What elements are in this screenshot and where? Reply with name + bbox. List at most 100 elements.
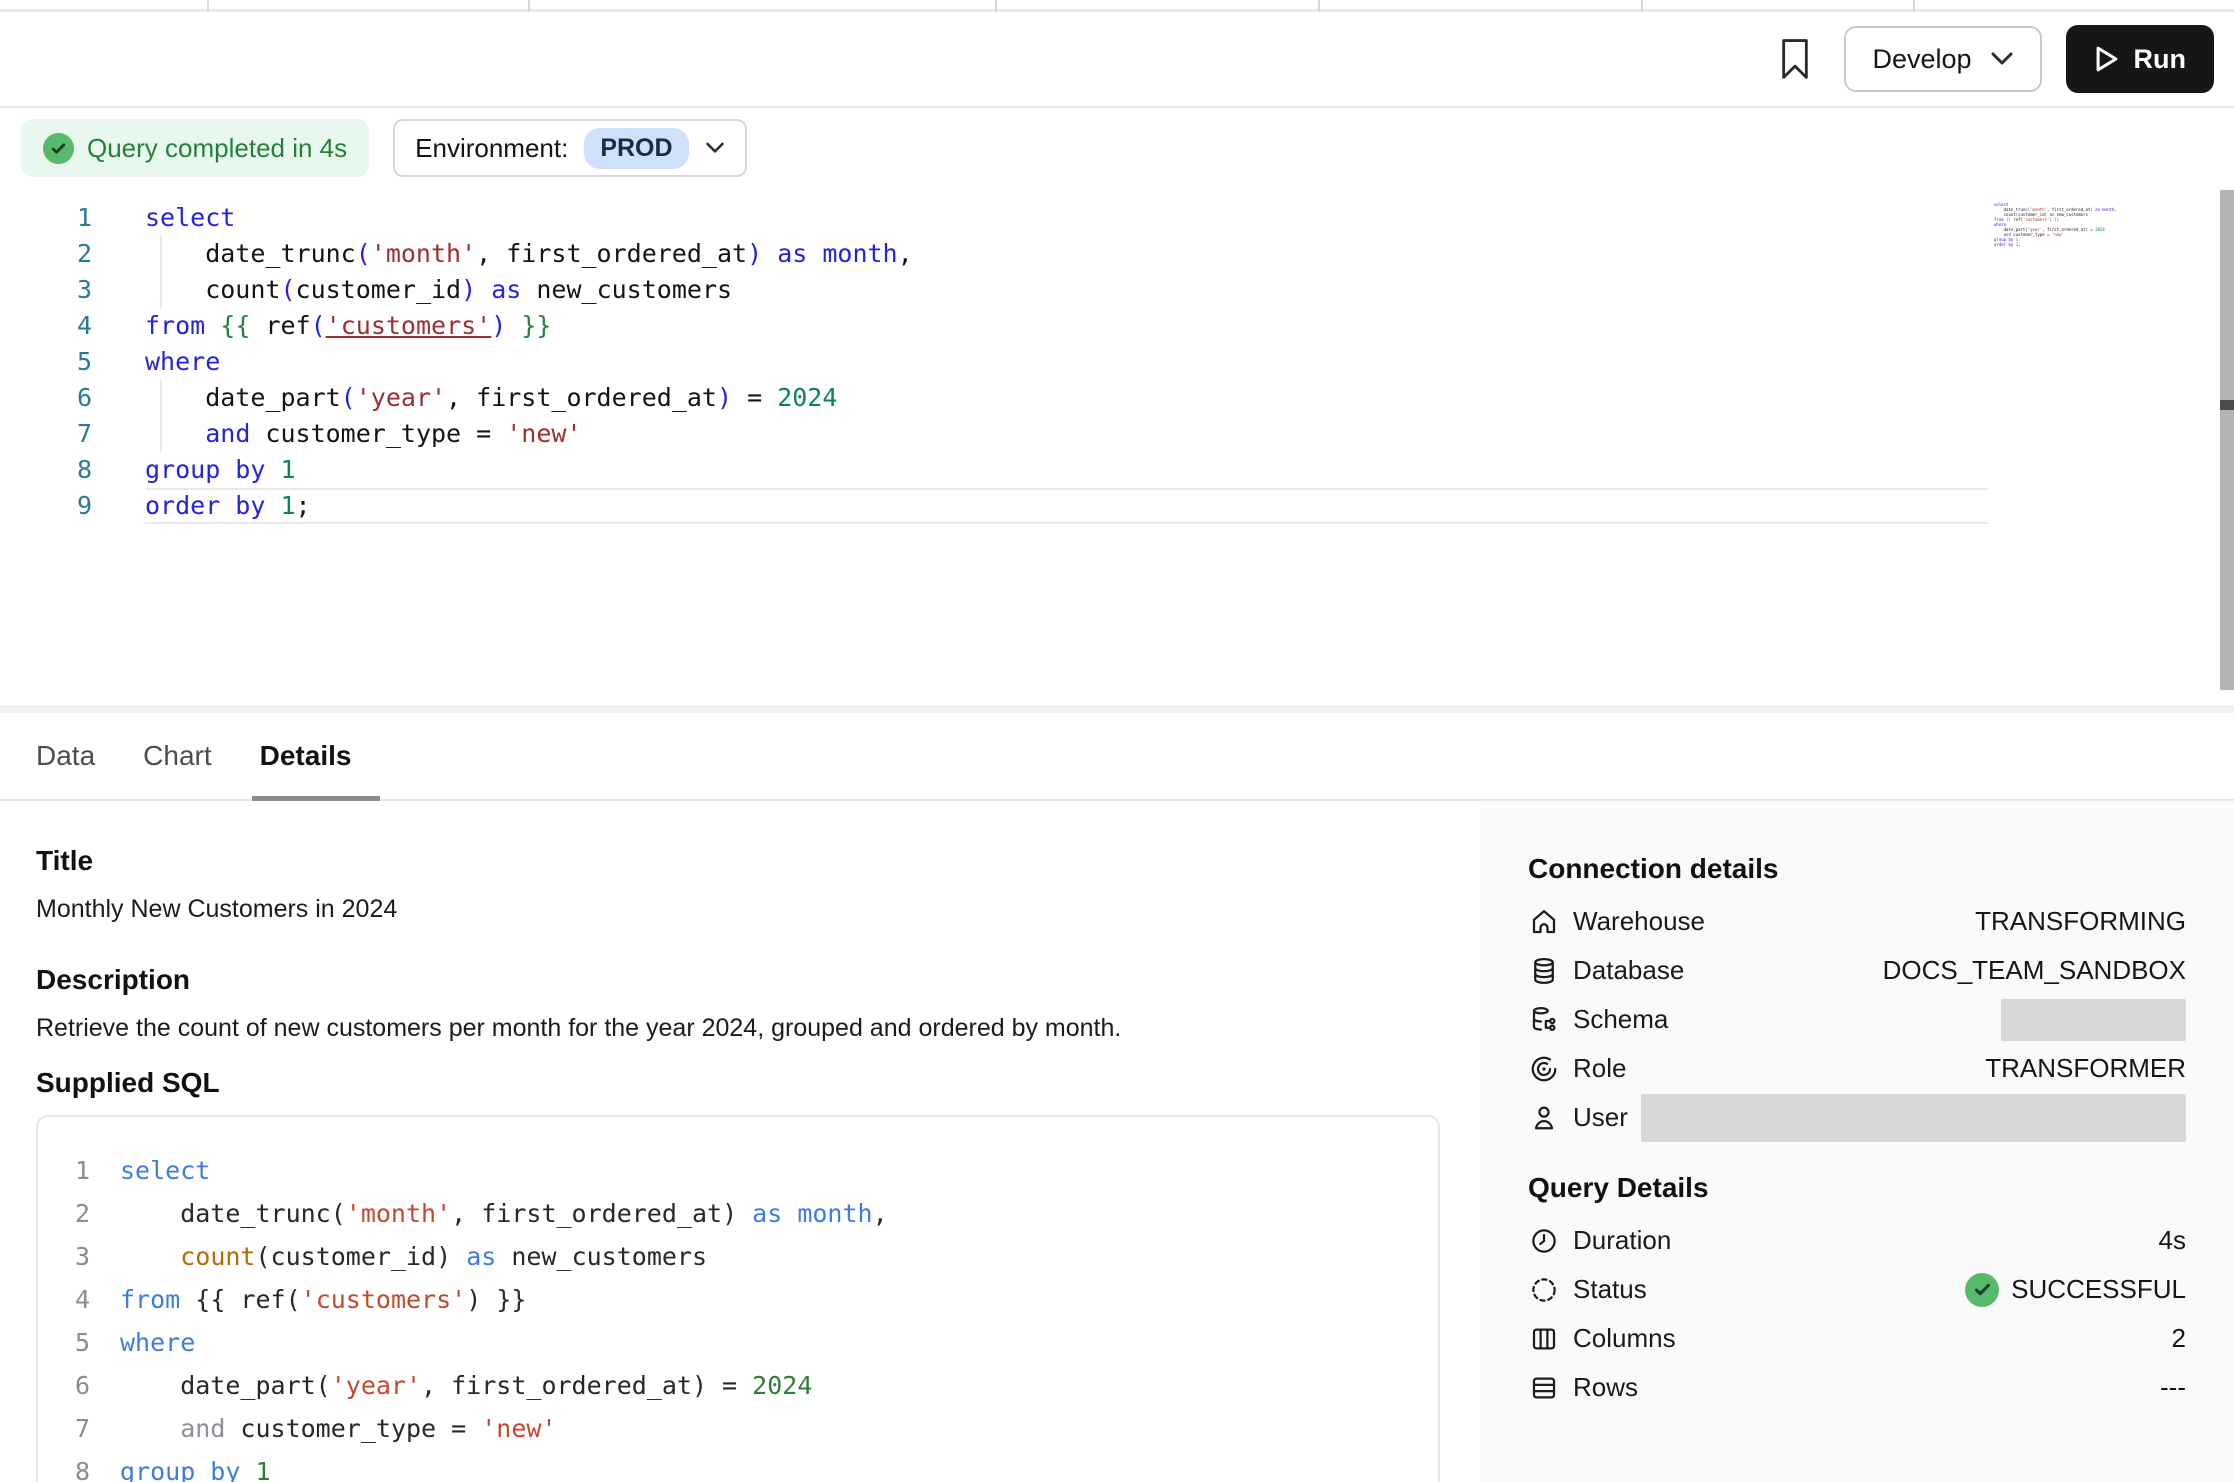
code-line: 5where — [38, 1321, 1438, 1364]
code-line: 4from {{ ref('customers') }} — [0, 308, 2234, 344]
line-number: 7 — [0, 416, 92, 452]
environment-label: Environment: — [415, 133, 568, 164]
code-line: 1select — [0, 200, 2234, 236]
line-number: 8 — [38, 1450, 90, 1482]
develop-label: Develop — [1872, 44, 1971, 75]
active-tab-underline — [252, 796, 380, 801]
user-icon — [1528, 1102, 1560, 1134]
detail-value: TRANSFORMER — [1985, 1053, 2186, 1084]
success-check-icon — [1965, 1273, 1999, 1307]
code-line: 7 and customer_type = 'new' — [0, 416, 2234, 452]
bookmark-button[interactable] — [1772, 31, 1818, 87]
tab-divider — [1641, 0, 1643, 12]
editor-pane: 1select2 date_trunc('month', first_order… — [0, 188, 2234, 706]
run-button[interactable]: Run — [2066, 25, 2214, 93]
details-left-column: Title Monthly New Customers in 2024 Desc… — [0, 801, 1480, 1482]
detail-label: Rows — [1573, 1372, 1638, 1403]
code-line: 3 count(customer_id) as new_customers — [38, 1235, 1438, 1278]
detail-label: Schema — [1573, 1004, 1668, 1035]
detail-value: TRANSFORMING — [1975, 906, 2186, 937]
query-details-rows: Duration4sStatusSUCCESSFULColumns2Rows--… — [1528, 1216, 2186, 1412]
detail-label: Database — [1573, 955, 1684, 986]
environment-value-pill: PROD — [584, 128, 688, 169]
detail-row: Schema — [1528, 995, 2186, 1044]
code-line: 2 date_trunc('month', first_ordered_at) … — [38, 1192, 1438, 1235]
rows-icon — [1528, 1372, 1560, 1404]
success-check-icon — [43, 133, 74, 164]
detail-label: Status — [1573, 1274, 1647, 1305]
code-line: 4from {{ ref('customers') }} — [38, 1278, 1438, 1321]
detail-row: Warehouse TRANSFORMING — [1528, 897, 2186, 946]
scrollbar-thumb[interactable] — [2220, 400, 2234, 410]
line-number: 9 — [0, 488, 92, 524]
description-value: Retrieve the count of new customers per … — [36, 1014, 1440, 1043]
sql-code-editor[interactable]: 1select2 date_trunc('month', first_order… — [0, 188, 2234, 524]
detail-label: Warehouse — [1573, 906, 1705, 937]
tab-divider — [528, 0, 530, 12]
query-details-heading: Query Details — [1528, 1172, 2186, 1204]
detail-label: Role — [1573, 1053, 1626, 1084]
chevron-down-icon — [705, 141, 725, 155]
detail-row: Duration4s — [1528, 1216, 2186, 1265]
code-line: 6 date_part('year', first_ordered_at) = … — [0, 380, 2234, 416]
environment-dropdown[interactable]: Environment: PROD — [393, 119, 746, 177]
editor-scrollbar[interactable] — [2220, 190, 2234, 690]
code-line: order by 1; — [1994, 242, 2106, 247]
code-line: 5where — [0, 344, 2234, 380]
code-line: 7 and customer_type = 'new' — [38, 1407, 1438, 1450]
line-number: 3 — [0, 272, 92, 308]
results-tabs: Data Chart Details — [0, 713, 2234, 801]
tab-divider — [207, 0, 209, 12]
play-icon — [2094, 45, 2120, 73]
detail-value: DOCS_TEAM_SANDBOX — [1883, 955, 2186, 986]
detail-value: 4s — [2159, 1225, 2186, 1256]
code-line: 2 date_trunc('month', first_ordered_at) … — [0, 236, 2234, 272]
columns-icon — [1528, 1323, 1560, 1355]
header-toolbar: Develop Run — [0, 12, 2234, 108]
tab-divider — [995, 0, 997, 12]
line-number: 4 — [38, 1278, 90, 1321]
redacted-value — [2001, 999, 2186, 1041]
code-line: 9order by 1; — [0, 488, 2234, 524]
line-number: 5 — [38, 1321, 90, 1364]
detail-value: 2 — [2172, 1323, 2186, 1354]
redacted-value — [1641, 1094, 2186, 1142]
warehouse-icon — [1528, 906, 1560, 938]
tab-divider — [1318, 0, 1320, 12]
tab-data[interactable]: Data — [36, 740, 95, 772]
schema-icon — [1528, 1004, 1560, 1036]
duration-icon — [1528, 1225, 1560, 1257]
develop-dropdown-button[interactable]: Develop — [1844, 26, 2041, 92]
title-value: Monthly New Customers in 2024 — [36, 895, 1440, 924]
line-number: 4 — [0, 308, 92, 344]
line-number: 2 — [0, 236, 92, 272]
code-line: 1select — [38, 1149, 1438, 1192]
tab-details[interactable]: Details — [260, 740, 352, 772]
supplied-sql-heading: Supplied SQL — [36, 1067, 1440, 1099]
detail-value: SUCCESSFUL — [1965, 1273, 2186, 1307]
database-icon — [1528, 955, 1560, 987]
line-number: 7 — [38, 1407, 90, 1450]
title-heading: Title — [36, 845, 1440, 877]
editor-minimap[interactable]: select date_trunc('month', first_ordered… — [1994, 202, 2106, 247]
status-row: Query completed in 4s Environment: PROD — [0, 108, 2234, 188]
detail-row: Role TRANSFORMER — [1528, 1044, 2186, 1093]
detail-value — [1641, 1094, 2186, 1142]
line-number: 1 — [38, 1149, 90, 1192]
code-line: 8group by 1 — [38, 1450, 1438, 1482]
role-icon — [1528, 1053, 1560, 1085]
detail-row: Database DOCS_TEAM_SANDBOX — [1528, 946, 2186, 995]
pane-divider[interactable] — [0, 706, 2234, 713]
window-tab-strip[interactable] — [0, 0, 2234, 12]
line-number: 5 — [0, 344, 92, 380]
line-number: 6 — [38, 1364, 90, 1407]
tab-chart[interactable]: Chart — [143, 740, 211, 772]
code-line: 6 date_part('year', first_ordered_at) = … — [38, 1364, 1438, 1407]
detail-row: User — [1528, 1093, 2186, 1142]
details-panel: Title Monthly New Customers in 2024 Desc… — [0, 801, 2234, 1482]
status-icon — [1528, 1274, 1560, 1306]
bookmark-icon — [1778, 37, 1812, 81]
connection-details-heading: Connection details — [1528, 853, 2186, 885]
code-line: 3 count(customer_id) as new_customers — [0, 272, 2234, 308]
detail-value — [2001, 999, 2186, 1041]
